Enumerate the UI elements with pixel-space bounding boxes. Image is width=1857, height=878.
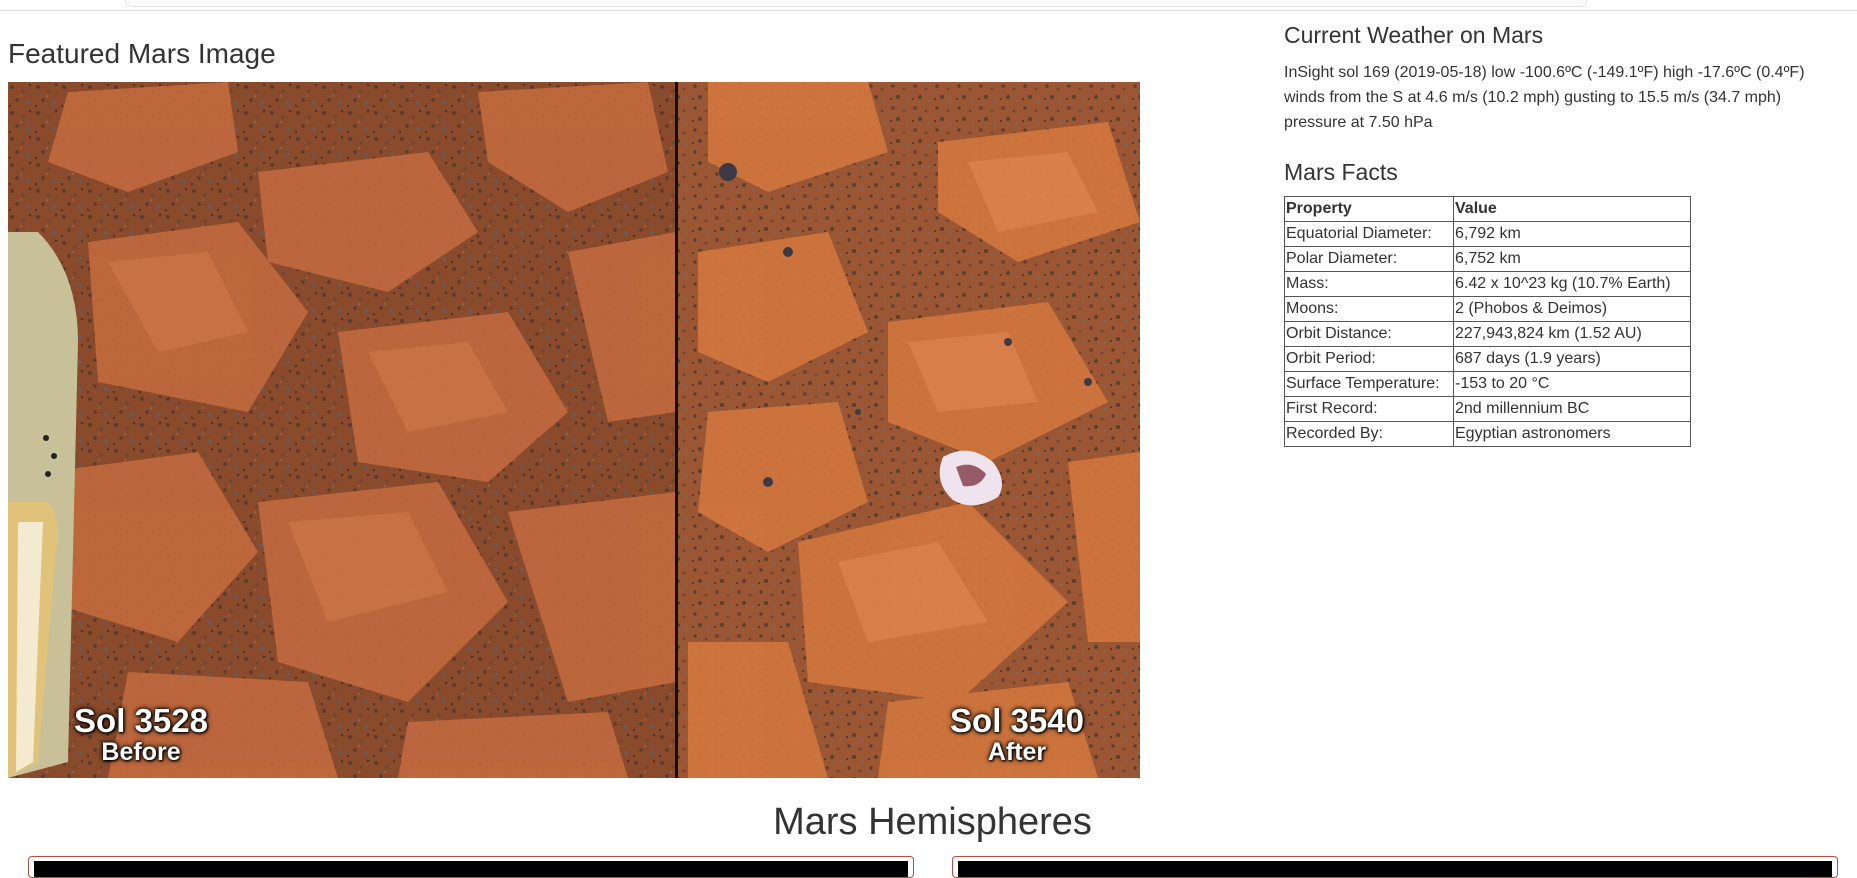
fact-value: Egyptian astronomers — [1453, 421, 1691, 447]
mars-photo-graphic — [8, 82, 1140, 778]
fact-value: 6,792 km — [1453, 221, 1691, 247]
fact-property: Recorded By: — [1284, 421, 1454, 447]
hemisphere-card[interactable] — [952, 856, 1838, 878]
after-label: After — [987, 738, 1047, 766]
table-row: Recorded By: Egyptian astronomers — [1284, 421, 1691, 447]
table-row: Orbit Period: 687 days (1.9 years) — [1284, 346, 1691, 372]
featured-image-title: Featured Mars Image — [8, 38, 276, 69]
featured-mars-image[interactable]: Sol 3528 Before Sol 3540 After — [8, 82, 1140, 778]
hemispheres-title: Mars Hemispheres — [773, 801, 1092, 843]
before-sol-label: Sol 3528 — [74, 702, 208, 739]
fact-property: Surface Temperature: — [1284, 371, 1454, 397]
weather-title: Current Weather on Mars — [1284, 22, 1544, 48]
fact-property: First Record: — [1284, 396, 1454, 422]
hemisphere-card[interactable] — [28, 856, 914, 878]
table-row: First Record: 2nd millennium BC — [1284, 396, 1691, 422]
table-row: Polar Diameter: 6,752 km — [1284, 246, 1691, 272]
fact-property: Polar Diameter: — [1284, 246, 1454, 272]
hemisphere-thumbnail[interactable] — [34, 861, 908, 877]
fact-property: Equatorial Diameter: — [1284, 221, 1454, 247]
before-caption: Sol 3528 Before — [56, 702, 226, 767]
weather-report: InSight sol 169 (2019-05-18) low -100.6º… — [1284, 64, 1805, 131]
after-sol-label: Sol 3540 — [950, 702, 1084, 739]
header-property: Property — [1284, 196, 1454, 222]
fact-value: -153 to 20 °C — [1453, 371, 1691, 397]
before-label: Before — [101, 738, 181, 766]
table-row: Equatorial Diameter: 6,792 km — [1284, 221, 1691, 247]
fact-property: Orbit Period: — [1284, 346, 1454, 372]
top-navbar — [0, 0, 1857, 11]
mars-facts-table: Property Value Equatorial Diameter: 6,792… — [1284, 196, 1691, 447]
mars-facts-title: Mars Facts — [1284, 159, 1398, 185]
header-value: Value — [1453, 196, 1691, 222]
table-row: Mass: 6.42 x 10^23 kg (10.7% Earth) — [1284, 271, 1691, 297]
table-row: Orbit Distance: 227,943,824 km (1.52 AU) — [1284, 321, 1691, 347]
after-caption: Sol 3540 After — [932, 702, 1102, 767]
table-header-row: Property Value — [1284, 196, 1691, 222]
hemisphere-thumbnail[interactable] — [958, 861, 1832, 877]
table-row: Moons: 2 (Phobos & Deimos) — [1284, 296, 1691, 322]
fact-property: Moons: — [1284, 296, 1454, 322]
search-bar-edge[interactable] — [125, 0, 1587, 7]
fact-value: 2nd millennium BC — [1453, 396, 1691, 422]
table-row: Surface Temperature: -153 to 20 °C — [1284, 371, 1691, 397]
fact-property: Mass: — [1284, 271, 1454, 297]
fact-property: Orbit Distance: — [1284, 321, 1454, 347]
fact-value: 687 days (1.9 years) — [1453, 346, 1691, 372]
fact-value: 6,752 km — [1453, 246, 1691, 272]
fact-value: 227,943,824 km (1.52 AU) — [1453, 321, 1691, 347]
fact-value: 2 (Phobos & Deimos) — [1453, 296, 1691, 322]
fact-value: 6.42 x 10^23 kg (10.7% Earth) — [1453, 271, 1691, 297]
